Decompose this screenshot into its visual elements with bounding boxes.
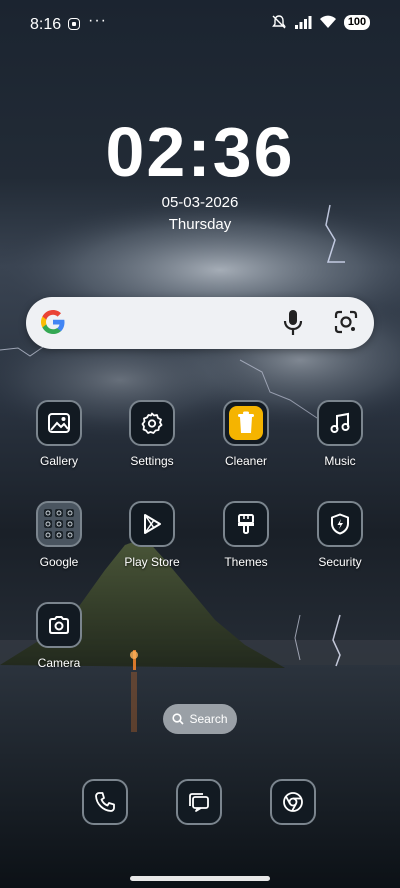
paint-brush-icon (223, 501, 269, 547)
dock-phone[interactable] (82, 779, 128, 825)
dock-messages[interactable] (176, 779, 222, 825)
google-logo-icon (41, 310, 65, 334)
app-label: Google (39, 555, 79, 569)
wifi-icon (320, 15, 336, 28)
clock-day: Thursday (168, 216, 232, 233)
status-bar: 8:16 ··· 100 (0, 0, 400, 48)
shield-icon (317, 501, 363, 547)
clock-date: 05-03-2026 (161, 194, 239, 211)
app-camera[interactable]: Camera (14, 602, 104, 670)
status-time: 8:16 (30, 16, 62, 33)
home-screen: 8:16 ··· 100 02:36 05-03-2026 Thursday G… (0, 0, 400, 888)
app-security[interactable]: Security (295, 501, 385, 569)
muted-bell-icon (272, 15, 286, 29)
status-icons: 100 (271, 14, 370, 30)
app-label: Settings (130, 454, 174, 468)
clock-time: 02:36 (105, 113, 295, 191)
gear-icon (129, 400, 175, 446)
search-icon (172, 713, 185, 725)
gallery-icon (36, 400, 82, 446)
gesture-nav-handle[interactable] (130, 876, 270, 881)
screen-record-icon (68, 18, 80, 30)
cleaner-icon (223, 400, 269, 446)
app-label: Cleaner (224, 454, 268, 468)
messages-icon (189, 793, 209, 812)
app-search-button[interactable]: Search (163, 704, 237, 734)
app-music[interactable]: Music (295, 400, 385, 468)
app-label: Gallery (39, 454, 78, 468)
app-label: Camera (37, 656, 81, 670)
app-gallery[interactable]: Gallery (14, 400, 104, 468)
mic-icon[interactable] (282, 309, 304, 337)
chrome-icon (283, 792, 303, 812)
camera-icon (36, 602, 82, 648)
app-cleaner[interactable]: Cleaner (201, 400, 291, 468)
battery-icon: 100 (344, 14, 370, 30)
app-label: Play Store (124, 555, 180, 569)
dock-chrome[interactable] (270, 779, 316, 825)
app-label: Security (318, 555, 362, 569)
app-settings[interactable]: Settings (107, 400, 197, 468)
app-label: Themes (224, 555, 268, 569)
app-google-folder[interactable]: Google (14, 501, 104, 569)
app-play-store[interactable]: Play Store (107, 501, 197, 569)
music-note-icon (317, 400, 363, 446)
signal-icon (295, 16, 312, 29)
status-overflow: ··· (88, 12, 107, 29)
search-pill-label: Search (189, 712, 228, 726)
app-label: Music (324, 454, 356, 468)
phone-icon (95, 792, 115, 812)
google-folder-icon (36, 501, 82, 547)
lens-icon[interactable] (334, 310, 358, 334)
clock-widget[interactable]: 02:36 05-03-2026 Thursday (0, 112, 400, 233)
google-search-bar[interactable] (26, 297, 374, 349)
play-store-icon (129, 501, 175, 547)
app-themes[interactable]: Themes (201, 501, 291, 569)
